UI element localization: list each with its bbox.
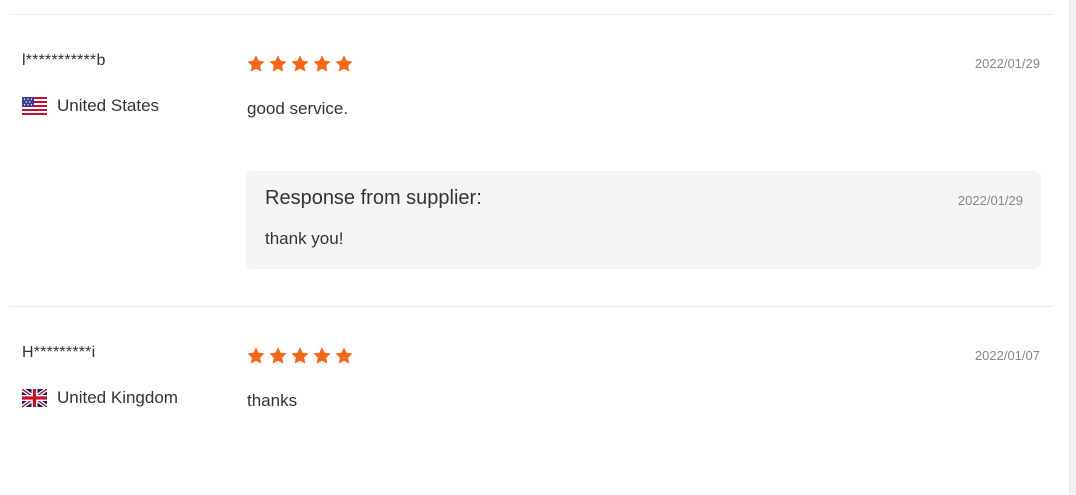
star-icon xyxy=(335,347,353,364)
review-comment: good service. xyxy=(247,99,349,118)
star-icon xyxy=(247,55,265,72)
buyer-country: United States xyxy=(22,96,159,116)
scrollbar[interactable] xyxy=(1069,0,1076,495)
response-text: thank you! xyxy=(265,229,344,248)
country-label: United States xyxy=(57,96,160,115)
star-rating xyxy=(246,54,354,74)
country-label: United Kingdom xyxy=(57,388,178,407)
star-icon xyxy=(291,347,309,364)
star-icon xyxy=(269,347,287,364)
review-date: 2022/01/07 xyxy=(974,348,1040,363)
star-rating xyxy=(246,346,354,366)
response-date: 2022/01/29 xyxy=(957,193,1023,208)
uk-flag-icon xyxy=(22,389,47,407)
star-icon xyxy=(269,55,287,72)
buyer-name: H*********i xyxy=(22,344,96,361)
review-comment: thanks xyxy=(247,391,298,410)
top-divider xyxy=(9,14,1053,15)
review-divider xyxy=(9,306,1053,307)
response-title: Response from supplier: xyxy=(265,187,482,209)
us-flag-icon xyxy=(22,97,47,115)
review-date: 2022/01/29 xyxy=(974,56,1040,71)
star-icon xyxy=(247,347,265,364)
star-icon xyxy=(313,55,331,72)
star-icon xyxy=(313,347,331,364)
supplier-response: Response from supplier: 2022/01/29 thank… xyxy=(246,171,1041,269)
buyer-country: United Kingdom xyxy=(22,388,178,408)
star-icon xyxy=(335,55,353,72)
buyer-name: l***********b xyxy=(22,52,106,69)
star-icon xyxy=(291,55,309,72)
